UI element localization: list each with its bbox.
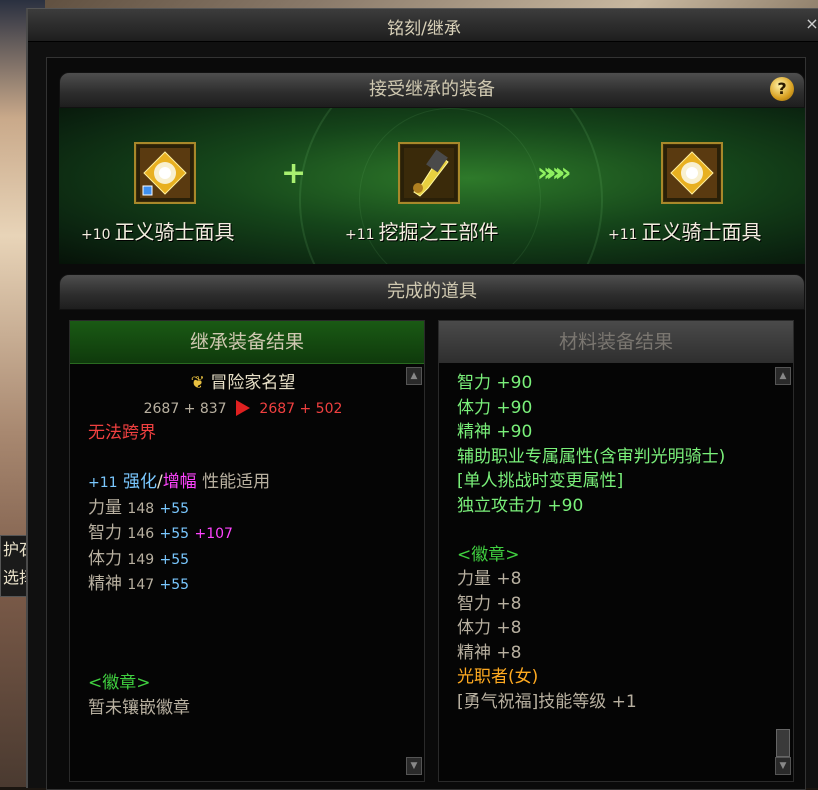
inherit-arrow-icon: »»» (537, 158, 572, 188)
material-item-label: +11 挖掘之王部件 (345, 216, 499, 245)
receive-equipment-header: 接受继承的装备 ? (59, 72, 805, 108)
stat-name: 智力 (88, 523, 122, 543)
inscribe-inherit-window: 铭刻/继承 × 接受继承的装备 ? +10 正义骑士面具 + +11 挖掘之王部… (26, 8, 818, 790)
material-result-content: 智力 +90 体力 +90 精神 +90 辅助职业专属属性(含审判光明骑士) [… (457, 371, 767, 714)
emblem-stat-line: 体力 +8 (457, 618, 522, 638)
result-item-slot[interactable] (661, 142, 723, 204)
reinforce-level: +11 (88, 475, 118, 491)
reinforce-amplify: 增幅 (162, 472, 197, 492)
material-emblem-title: <徽章> (457, 544, 520, 565)
stat-base: 147 (127, 577, 155, 593)
target-item-slot[interactable] (134, 142, 196, 204)
stat-name: 精神 (88, 574, 122, 594)
reputation-arrow-icon (236, 399, 250, 416)
completed-item-title: 完成的道具 (387, 281, 477, 302)
material-stat-line: 独立攻击力 +90 (457, 495, 584, 516)
material-result-tab[interactable]: 材料装备结果 (439, 321, 793, 363)
emblem-stat-line: 力量 +8 (457, 569, 522, 589)
help-icon[interactable]: ? (770, 77, 794, 101)
stat-base: 146 (127, 526, 155, 542)
emblem-stat-line: 精神 +8 (457, 642, 522, 663)
material-result-panel: 材料装备结果 智力 +90 体力 +90 精神 +90 辅助职业专属属性(含审判… (438, 320, 794, 782)
reinforce-strengthen: 强化 (122, 472, 157, 492)
target-item-label: +10 正义骑士面具 (81, 216, 235, 245)
emblem-stat-line: 智力 +8 (457, 593, 522, 614)
receive-equipment-title: 接受继承的装备 (369, 79, 495, 100)
result-item-label: +11 正义骑士面具 (608, 216, 762, 245)
target-item-name: 正义骑士面具 (114, 220, 235, 244)
stat-bonus: +55 (159, 526, 190, 542)
stat-bonus: +55 (159, 500, 190, 517)
material-item-name: 挖掘之王部件 (378, 220, 499, 244)
material-item-slot[interactable] (398, 142, 460, 204)
reputation-old: 2687 + 837 (143, 400, 227, 417)
material-stat-line: 精神 +90 (457, 422, 533, 442)
stat-row: 体力 149 +55 (88, 547, 398, 573)
inherit-result-content: ❦ 冒险家名望 2687 + 837 2687 + 502 无法跨界 +11 强… (88, 371, 398, 720)
drill-part-icon (404, 148, 454, 198)
target-item-level: +10 (81, 227, 111, 243)
inherit-result-tab[interactable]: 继承装备结果 (70, 321, 424, 364)
reputation-new: 2687 + 502 (259, 400, 343, 417)
reinforce-suffix: 性能适用 (202, 472, 271, 492)
reputation-label: 冒险家名望 (210, 373, 296, 393)
stat-row: 精神 147 +55 (88, 572, 398, 598)
material-item-level: +11 (345, 227, 375, 243)
material-stat-line: 辅助职业专属属性(含审判光明骑士) (457, 446, 726, 467)
close-icon[interactable]: × (804, 15, 818, 33)
emblem-empty-text: 暂未镶嵌徽章 (88, 697, 190, 718)
cannot-cross-text: 无法跨界 (88, 423, 156, 443)
result-item-level: +11 (608, 227, 638, 243)
stat-extra: +107 (194, 526, 233, 542)
knight-mask-icon (140, 148, 190, 198)
stat-row: 智力 146 +55 +107 (88, 521, 398, 547)
right-scrollbar[interactable]: ▲ ▼ (775, 367, 791, 775)
completed-item-header: 完成的道具 (59, 274, 805, 310)
reinforce-line: +11 强化/增幅 性能适用 (88, 470, 398, 496)
emblem-title: <徽章> (88, 673, 151, 693)
stat-row: 力量 148 +55 (88, 496, 398, 522)
inherit-result-panel: 继承装备结果 ❦ 冒险家名望 2687 + 837 2687 + 502 无法跨… (69, 320, 425, 782)
left-scrollbar[interactable]: ▲ ▼ (406, 367, 422, 775)
stat-bonus: +55 (159, 551, 190, 568)
window-titlebar[interactable]: 铭刻/继承 × (28, 9, 818, 42)
scroll-down-icon[interactable]: ▼ (406, 757, 422, 775)
result-item-name: 正义骑士面具 (641, 220, 762, 244)
stat-bonus: +55 (159, 577, 190, 593)
class-requirement: 光职者(女) (457, 667, 539, 687)
scroll-up-icon[interactable]: ▲ (775, 367, 791, 385)
reputation-line: ❦ 冒险家名望 (88, 371, 398, 396)
stat-name: 体力 (88, 548, 122, 569)
stat-base: 148 (127, 500, 155, 517)
scroll-up-icon[interactable]: ▲ (406, 367, 422, 385)
reputation-values: 2687 + 837 2687 + 502 (88, 396, 398, 422)
reputation-icon: ❦ (190, 373, 205, 393)
inherit-banner: +10 正义骑士面具 + +11 挖掘之王部件 »»» +11 正义骑士面具 (59, 108, 805, 264)
stat-name: 力量 (88, 497, 122, 518)
scroll-down-icon[interactable]: ▼ (775, 757, 791, 775)
stat-base: 149 (127, 551, 155, 568)
window-body: 接受继承的装备 ? +10 正义骑士面具 + +11 挖掘之王部件 »»» +1… (46, 57, 806, 790)
material-stat-line: [单人挑战时变更属性] (457, 471, 624, 491)
knight-mask-icon (667, 148, 717, 198)
material-stat-line: 体力 +90 (457, 397, 533, 418)
plus-icon: + (281, 156, 307, 191)
scroll-thumb[interactable] (776, 729, 790, 757)
window-title: 铭刻/继承 (387, 19, 461, 39)
skill-level-line: [勇气祝福]技能等级 +1 (457, 691, 637, 712)
material-stat-line: 智力 +90 (457, 373, 533, 393)
